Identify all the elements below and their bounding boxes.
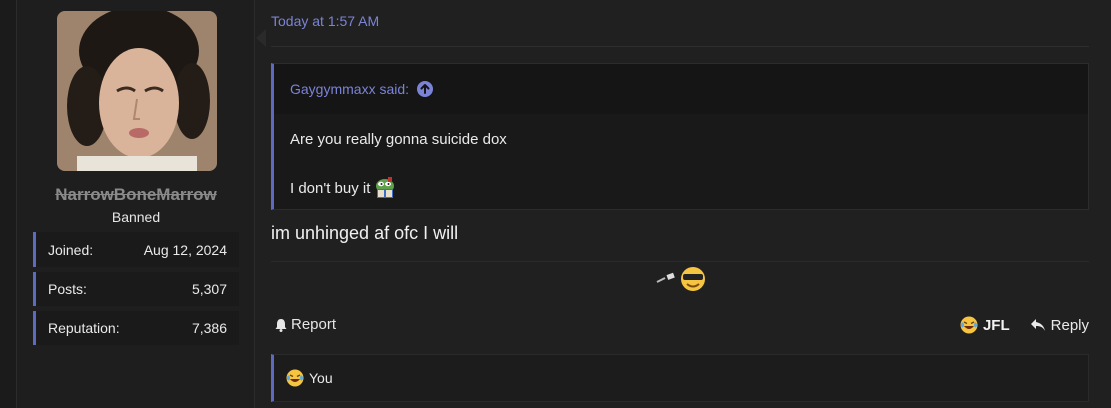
quote-block: Gaygymmaxx said: Are you really gonna su…: [271, 63, 1089, 210]
stat-reputation: Reputation: 7,386: [33, 311, 239, 345]
divider: [271, 46, 1089, 47]
right-actions: JFL Reply: [960, 316, 1089, 334]
quote-text-line: Are you really gonna suicide dox: [290, 131, 507, 148]
stat-value: Aug 12, 2024: [143, 241, 227, 258]
reactions-summary[interactable]: You: [309, 370, 333, 386]
jfl-label: JFL: [982, 316, 1010, 334]
username[interactable]: NarrowBoneMarrow: [17, 185, 255, 205]
post-date[interactable]: Today at 1:57 AM: [271, 13, 379, 29]
speech-arrow: [256, 29, 266, 47]
report-button[interactable]: Report: [274, 316, 336, 333]
post-main: Today at 1:57 AM Gaygymmaxx said: Are yo…: [271, 0, 1089, 408]
laughing-crying-emoji-icon: [286, 369, 304, 387]
user-title: Banned: [111, 209, 161, 225]
quote-author[interactable]: Gaygymmaxx said:: [290, 81, 409, 97]
post-container: NarrowBoneMarrow Banned Joined: Aug 12, …: [16, 0, 1111, 408]
laughing-crying-emoji-icon: [960, 316, 978, 334]
stat-joined: Joined: Aug 12, 2024: [33, 232, 239, 267]
user-sidebar: NarrowBoneMarrow Banned Joined: Aug 12, …: [17, 0, 255, 408]
reactions-bar[interactable]: You: [271, 354, 1089, 402]
pepe-reading-emoji-icon: [376, 177, 395, 198]
signature-emoji-icon: [656, 267, 705, 291]
post-message: im unhinged af ofc I will: [271, 223, 459, 243]
report-label: Report: [291, 316, 337, 333]
stat-label: Joined:: [48, 241, 94, 258]
stat-label: Reputation:: [48, 320, 120, 336]
stat-label: Posts:: [48, 281, 87, 297]
stat-posts: Posts: 5,307: [33, 272, 239, 306]
jfl-react-button[interactable]: JFL: [960, 316, 1010, 334]
reply-arrow-icon: [1030, 319, 1045, 331]
arrow-up-circle-icon[interactable]: [417, 81, 434, 97]
quote-header[interactable]: Gaygymmaxx said:: [274, 64, 1088, 114]
post-actions: Report JFL Reply: [271, 312, 1089, 338]
stat-value: 7,386: [191, 320, 227, 336]
user-stats: Joined: Aug 12, 2024 Posts: 5,307 Reputa…: [33, 232, 239, 350]
quote-text: I don't buy it: [290, 179, 371, 197]
bell-icon: [275, 318, 287, 332]
reply-label: Reply: [1050, 316, 1089, 334]
stat-value: 5,307: [191, 281, 227, 297]
reply-button[interactable]: Reply: [1030, 317, 1089, 334]
signature-divider: [271, 261, 1089, 262]
avatar[interactable]: [57, 11, 217, 171]
quote-text-line-2: I don't buy it: [290, 177, 396, 199]
avatar-image: [57, 11, 217, 171]
